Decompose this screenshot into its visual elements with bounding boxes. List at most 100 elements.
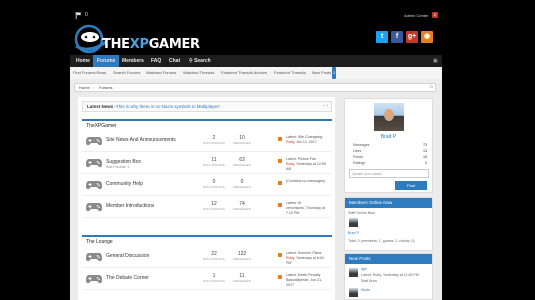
stat-value: 18 xyxy=(423,155,427,159)
forum-row[interactable]: Community Help 0 DISCUSSIONS 0 MESSAGES (Cont… xyxy=(82,174,332,196)
forum-title[interactable]: Member Introductions xyxy=(106,203,154,209)
stat-value: 13 xyxy=(423,149,427,153)
page: 0 Admin Center 2 THEXPGAMER t f g+ ◉ Hom… xyxy=(0,0,535,300)
subnav-featured-threads[interactable]: Featured Threads xyxy=(274,67,306,79)
rss-icon[interactable]: ◉ xyxy=(421,31,433,43)
gamepad-icon xyxy=(86,181,102,190)
admin-center-link[interactable]: Admin Center xyxy=(404,13,428,18)
messages-stat: 63 MESSAGES xyxy=(233,157,251,167)
discussions-stat: 0 DISCUSSIONS xyxy=(203,179,225,189)
news-link[interactable]: This is why there is no Nazis symbols in… xyxy=(116,104,220,109)
breadcrumb-separator: › xyxy=(93,85,95,90)
new-post-title[interactable]: Igel xyxy=(361,267,367,271)
rss-icon[interactable] xyxy=(278,137,282,141)
subnav-new-posts[interactable]: New Posts 1 xyxy=(312,67,337,79)
stat-label: Likes xyxy=(353,149,362,153)
new-post-meta: Latest: Ruby, Yesterday at 11:56 PM xyxy=(361,273,419,277)
user-menu-icon[interactable]: ▣ xyxy=(433,58,439,64)
news-arrows-icon[interactable]: ‹ › xyxy=(323,103,328,109)
members-online-title: Members Online Now xyxy=(345,198,432,208)
avatar[interactable] xyxy=(349,218,358,227)
profile-name[interactable]: Brad P xyxy=(345,134,432,140)
post-status-button[interactable]: Post xyxy=(395,181,427,190)
gamepad-icon xyxy=(86,159,102,168)
gamepad-icon xyxy=(86,275,102,284)
forum-title[interactable]: The Debate Corner xyxy=(106,275,149,281)
rss-icon[interactable] xyxy=(278,181,282,185)
nav-faq[interactable]: FAQ xyxy=(147,55,165,67)
rss-icon[interactable] xyxy=(278,253,282,257)
forum-title[interactable]: Community Help xyxy=(106,181,143,187)
sub-forums-link[interactable]: Sub-Forums: 1 xyxy=(106,165,129,169)
new-posts-badge: 1 xyxy=(332,67,337,79)
messages-stat: 11 MESSAGES xyxy=(233,273,251,283)
stat-ratings: Ratings 0 xyxy=(353,161,427,165)
messages-stat: 74 MESSAGES xyxy=(233,201,251,211)
new-post-title[interactable]: Mods xyxy=(361,288,370,292)
discussions-stat: 1 DISCUSSIONS xyxy=(203,273,225,283)
forum-title[interactable]: General Discussion xyxy=(106,253,149,259)
forum-title[interactable]: Site News And Announcements xyxy=(106,137,176,143)
staff-online-label: Staff Online Now xyxy=(348,211,375,215)
avatar[interactable] xyxy=(349,288,358,297)
latest-post[interactable]: Latest: Picture Fan Ruby, Yesterday at 12… xyxy=(286,157,330,172)
online-member-link[interactable]: Brad P xyxy=(348,231,359,235)
forum-row[interactable]: The Debate Corner 1 DISCUSSIONS 11 MESSAGES L… xyxy=(82,268,332,290)
facebook-icon[interactable]: f xyxy=(391,31,403,43)
nav-chat[interactable]: Chat xyxy=(165,55,184,67)
nav-home[interactable]: Home xyxy=(72,55,94,67)
news-label: Latest News - xyxy=(87,104,117,109)
latest-post[interactable]: Latest: Hi zerovisions, Thursday at 7:10 … xyxy=(286,201,330,216)
breadcrumb: Home › Forums ⌂ xyxy=(74,83,436,92)
subnav-watched-forums[interactable]: Watched Forums xyxy=(146,67,176,79)
messages-stat: 10 MESSAGES xyxy=(233,135,251,145)
site-logo[interactable]: THEXPGAMER xyxy=(72,24,200,54)
latest-post[interactable]: (Contains no messages) xyxy=(286,179,330,184)
admin-badge: 2 xyxy=(432,12,438,18)
stat-label: Messages xyxy=(353,143,370,147)
subnav-search-forums[interactable]: Search Forums xyxy=(113,67,140,79)
breadcrumb-forums[interactable]: Forums xyxy=(99,85,113,90)
main-nav: Home Forums Members FAQ Chat ⚲ Search ▣ xyxy=(70,55,442,67)
nav-members[interactable]: Members xyxy=(118,55,148,67)
gamepad-icon xyxy=(86,137,102,146)
news-ticker: Latest News - This is why there is no Na… xyxy=(82,101,332,112)
new-posts-title: New Posts xyxy=(345,254,432,264)
nav-forums[interactable]: Forums xyxy=(93,55,120,67)
stat-messages: Messages 73 xyxy=(353,143,427,147)
rss-icon[interactable] xyxy=(278,203,282,207)
status-input[interactable]: Update your status... xyxy=(349,169,429,178)
latest-post[interactable]: Latest: Site Changelog Ruby, Jun 12, 2017 xyxy=(286,135,330,145)
new-post-forum[interactable]: Staff Area xyxy=(361,279,377,283)
stat-value: 0 xyxy=(425,161,427,165)
rss-icon[interactable] xyxy=(278,159,282,163)
alerts-flag-icon[interactable] xyxy=(75,12,82,19)
new-posts-block: New Posts Igel Latest: Ruby, Yesterday a… xyxy=(344,253,433,300)
online-totals: Total: 3 (members: 1, guests: 2, robots:… xyxy=(348,239,415,243)
twitter-icon[interactable]: t xyxy=(376,31,388,43)
subnav-find-forums-read[interactable]: Find Forums Read xyxy=(73,67,106,79)
latest-post[interactable]: Latest: Death Penalty Basicallyheart, Jun… xyxy=(286,273,330,288)
stat-points: Points 18 xyxy=(353,155,427,159)
subnav-watched-threads[interactable]: Watched Threads xyxy=(183,67,214,79)
forum-row[interactable]: General Discussion 22 DISCUSSIONS 122 MESSAG… xyxy=(82,246,332,268)
forum-row[interactable]: Suggestion Box Sub-Forums: 1 11 DISCUSSIONS… xyxy=(82,152,332,174)
category-header[interactable]: TheXPGamer xyxy=(82,119,332,129)
nav-search[interactable]: ⚲ Search xyxy=(185,55,215,67)
rss-feed-icon[interactable]: ⌂ xyxy=(429,84,433,90)
alerts-count: 0 xyxy=(85,12,88,18)
members-online-block: Members Online Now Staff Online Now Brad… xyxy=(344,197,433,251)
site-header: THEXPGAMER t f g+ ◉ xyxy=(70,24,442,54)
stat-value: 73 xyxy=(423,143,427,147)
breadcrumb-home[interactable]: Home xyxy=(79,85,90,90)
category-header[interactable]: The Lounge xyxy=(82,235,332,245)
avatar[interactable] xyxy=(374,103,404,131)
discussions-stat: 12 DISCUSSIONS xyxy=(203,201,225,211)
subnav-featured-archive[interactable]: Featured Threads Archive xyxy=(221,67,267,79)
latest-post[interactable]: Latest: Summer Plans Ruby, Yesterday at 8… xyxy=(286,251,330,266)
avatar[interactable] xyxy=(349,268,358,277)
forum-row[interactable]: Member Introductions 12 DISCUSSIONS 74 MESSA… xyxy=(82,196,332,218)
google-plus-icon[interactable]: g+ xyxy=(406,31,418,43)
forum-row[interactable]: Site News And Announcements 2 DISCUSSIONS 1… xyxy=(82,130,332,152)
rss-icon[interactable] xyxy=(278,275,282,279)
